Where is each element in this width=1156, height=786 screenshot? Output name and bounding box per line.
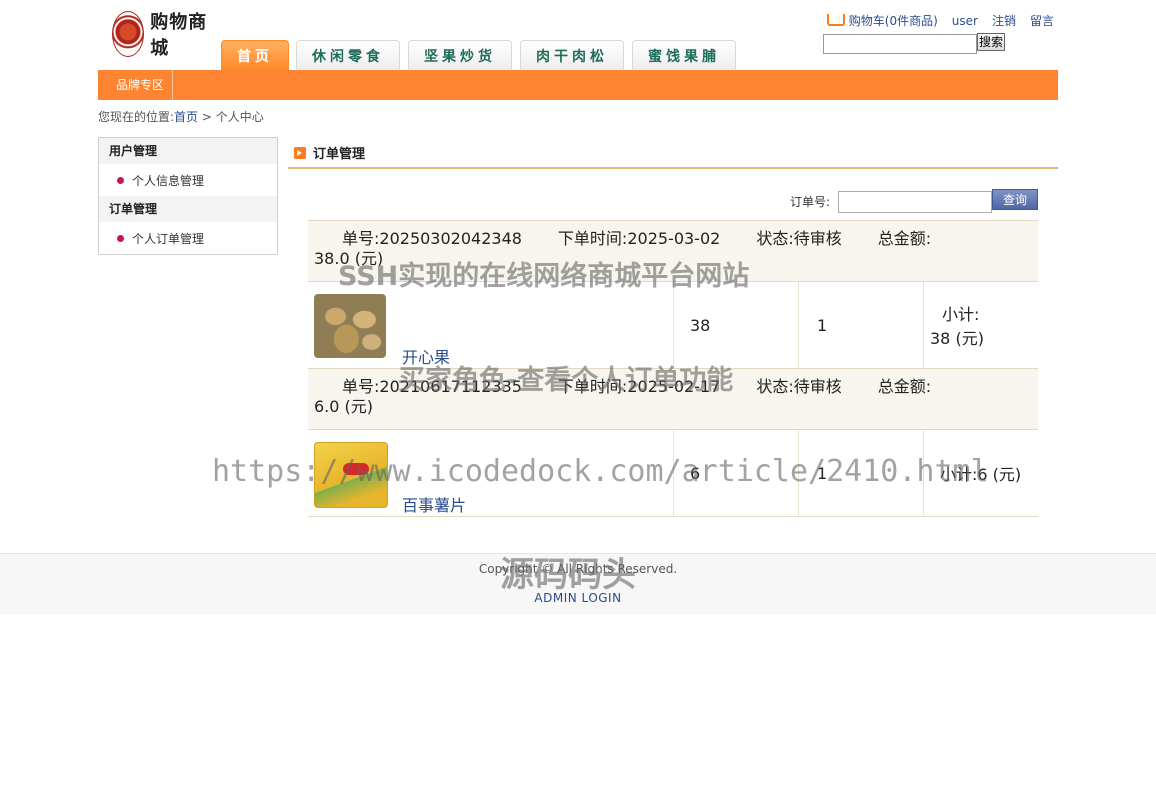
sidebar-section-user: 用户管理 [99,138,277,164]
logo-text: 购物商城 [150,12,208,59]
cart-label: 购物车(0件商品) [848,14,938,28]
item-subtotal: 小计: 38 (元) [923,281,1038,369]
order-status: 待审核 [793,377,842,396]
order-total-label: 总金额: [877,377,932,396]
top-links: 购物车(0件商品) user 注销 留言 [826,12,1054,29]
watermark-subtitle: 买家角色-查看个人订单功能 [398,365,734,396]
sidebar-item-label: 个人信息管理 [132,174,205,188]
tab-snacks[interactable]: 休闲零食 [296,40,400,70]
order-number: 20250302042348 [379,229,522,248]
cart-icon [826,14,845,26]
search-input[interactable] [823,34,977,54]
title-divider [288,167,1058,169]
order-total-label: 总金额: [877,229,932,248]
logout-link[interactable]: 注销 [992,12,1016,29]
order-time-label: 下单时间: [557,229,628,248]
product-cell: 开心果 [308,281,674,369]
arrow-right-icon [294,146,306,159]
user-link[interactable]: user [952,14,978,28]
watermark-url: https://www.icodedock.com/article/2410.h… [212,454,989,489]
watermark-title: SSH实现的在线网络商城平台网站 [338,261,750,292]
query-button[interactable]: 查询 [992,189,1038,210]
order-status-label: 状态: [756,377,794,396]
subtotal-label: 小计: [942,305,980,324]
product-image-pistachio[interactable] [314,294,386,358]
item-quantity: 1 [798,281,924,369]
order-total: 6.0 (元) [314,397,374,416]
content-title-text: 订单管理 [313,147,366,162]
tab-dried-fruit[interactable]: 蜜饯果脯 [632,40,736,70]
watermark-brand: 源码码头 [500,555,636,595]
breadcrumb-current: 个人中心 [215,110,264,124]
item-price-value: 38 [690,315,711,335]
nav-bar [98,70,1058,100]
tab-nuts[interactable]: 坚果炒货 [408,40,512,70]
brand-zone-link[interactable]: 品牌专区 [116,70,174,100]
subtotal-value: 38 (元) [930,329,984,348]
cart-link[interactable]: 购物车(0件商品) [826,12,938,29]
order-item-row: 开心果 38 1 小计: 38 (元) [308,281,1038,369]
site-logo[interactable]: 购物商城 [112,10,222,59]
breadcrumb-home[interactable]: 首页 [174,110,198,124]
search-button[interactable]: 搜索 [977,33,1005,51]
tab-home[interactable]: 首页 [221,40,289,70]
order-no-input[interactable] [838,191,992,213]
order-status-label: 状态: [756,229,794,248]
tab-jerky[interactable]: 肉干肉松 [520,40,624,70]
order-number-label: 单号: [342,229,380,248]
bullet-icon [117,177,124,184]
logo-seal-icon [112,11,145,57]
breadcrumb-prefix: 您现在的位置: [98,110,175,124]
sidebar-item-profile[interactable]: 个人信息管理 [117,172,204,189]
item-quantity-value: 1 [817,315,828,335]
order-no-label: 订单号: [790,195,831,209]
bullet-icon [117,235,124,242]
sidebar-section-orders: 订单管理 [99,196,277,222]
sidebar-item-label: 个人订单管理 [132,232,205,246]
breadcrumb: 您现在的位置:首页 > 个人中心 [98,108,264,125]
sidebar-item-my-orders[interactable]: 个人订单管理 [117,230,204,247]
item-price: 38 [673,281,799,369]
message-link[interactable]: 留言 [1030,12,1054,29]
breadcrumb-separator: > [201,110,212,124]
sidebar: 用户管理 个人信息管理 订单管理 个人订单管理 [98,137,278,255]
order-number-label: 单号: [342,377,380,396]
order-status: 待审核 [793,229,842,248]
order-time: 2025-03-02 [627,229,721,248]
content-title: 订单管理 [294,143,365,162]
product-name-link[interactable]: 百事薯片 [402,492,466,516]
